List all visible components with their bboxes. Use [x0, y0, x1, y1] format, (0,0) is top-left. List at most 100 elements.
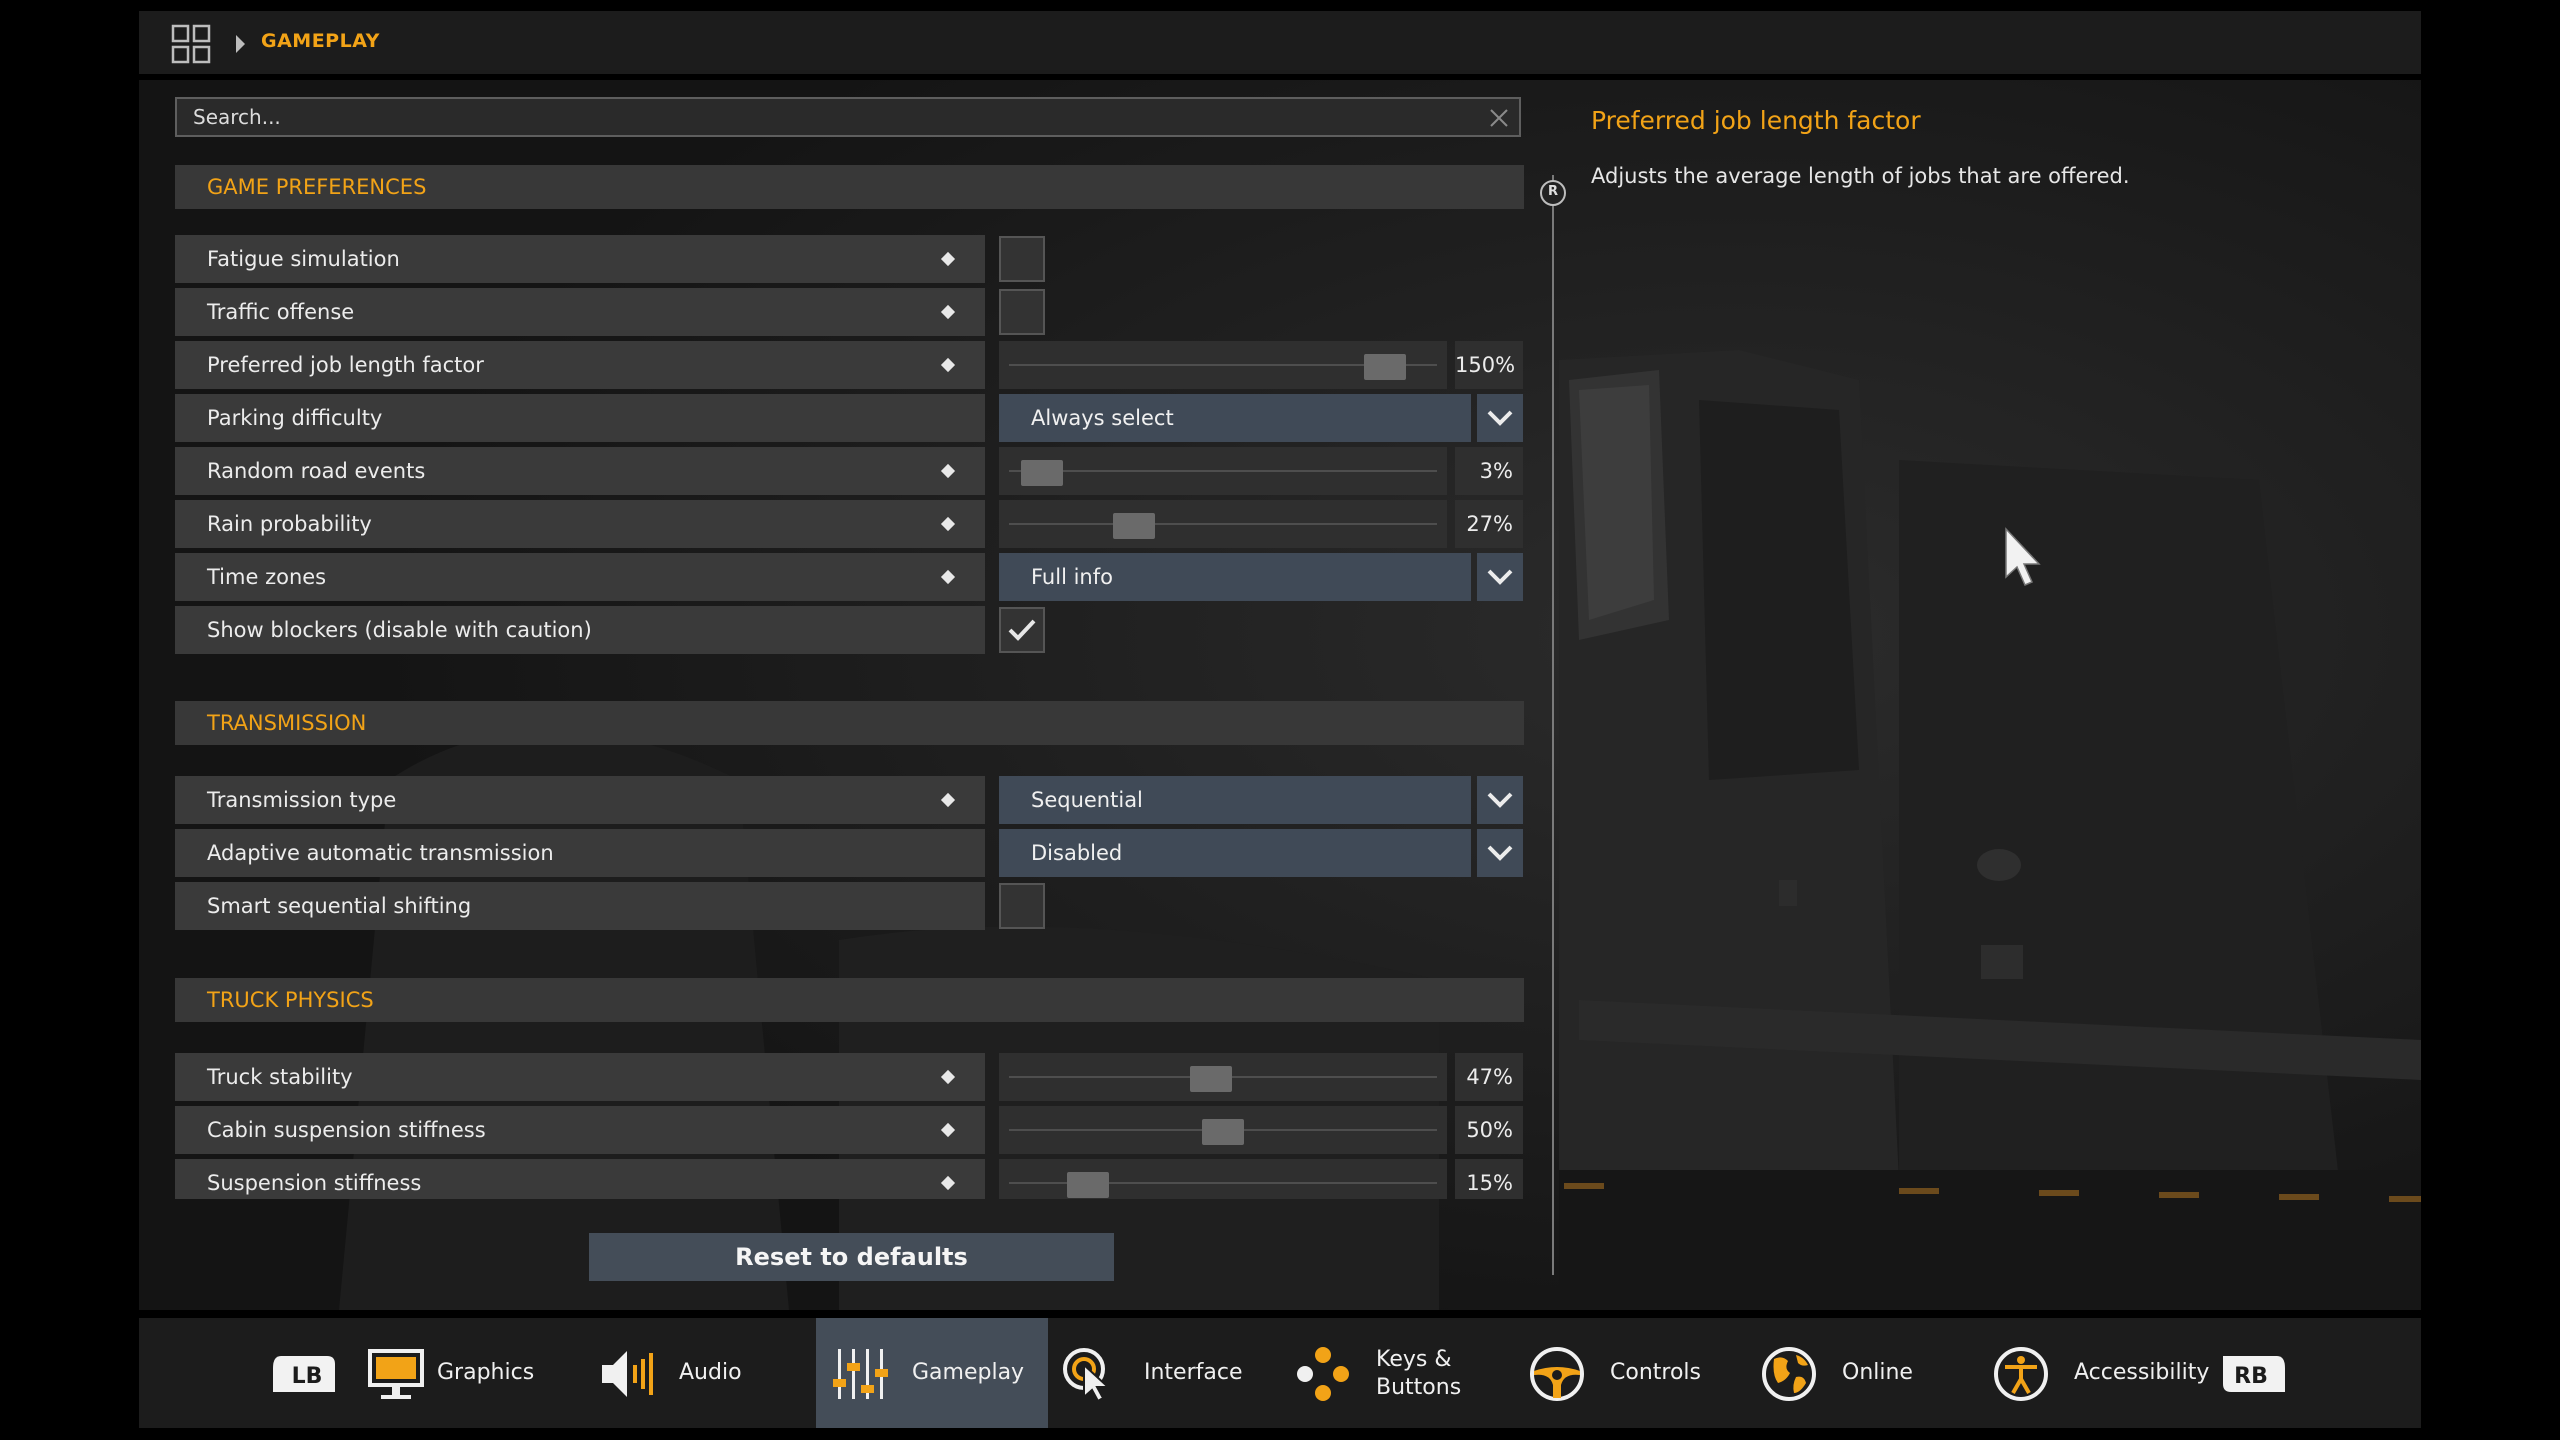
chevron-down-icon	[1487, 792, 1513, 808]
settings-category-nav: LB Graphics Audio Gameplay Interface Key…	[139, 1318, 2421, 1428]
transmission-type-dropdown[interactable]: Sequential	[999, 776, 1471, 824]
cabin-suspension-slider[interactable]	[999, 1106, 1447, 1154]
slider-handle[interactable]	[1364, 354, 1407, 380]
tab-keys-buttons[interactable]: Keys & Buttons	[1280, 1318, 1512, 1428]
tab-audio[interactable]: Audio	[589, 1318, 819, 1428]
job-length-slider[interactable]	[999, 341, 1447, 389]
chevron-down-icon	[1487, 845, 1513, 861]
search-input[interactable]	[177, 99, 1489, 135]
modified-diamond-icon	[940, 1122, 956, 1138]
suspension-stiffness-slider[interactable]	[999, 1159, 1447, 1199]
setting-label: Traffic offense	[207, 300, 355, 324]
sliders-icon	[833, 1349, 888, 1399]
setting-job-length-factor[interactable]: Preferred job length factor	[175, 341, 985, 389]
search-box	[175, 97, 1521, 137]
adaptive-automatic-dropdown[interactable]: Disabled	[999, 829, 1471, 877]
dropdown-value: Full info	[1031, 565, 1113, 589]
tab-label: Keys & Buttons	[1376, 1346, 1461, 1402]
time-zones-dropdown-button[interactable]	[1477, 553, 1523, 601]
setting-smart-sequential-shifting[interactable]: Smart sequential shifting	[175, 882, 985, 930]
tab-online[interactable]: Online	[1744, 1318, 1976, 1428]
tab-label: Controls	[1610, 1360, 1701, 1385]
dropdown-value: Sequential	[1031, 788, 1143, 812]
adaptive-dropdown-button[interactable]	[1477, 829, 1523, 877]
transmission-type-dropdown-button[interactable]	[1477, 776, 1523, 824]
tab-label: Accessibility	[2074, 1360, 2210, 1385]
monitor-icon	[368, 1349, 424, 1399]
setting-label: Suspension stiffness	[207, 1171, 422, 1195]
breadcrumb-arrow-icon	[236, 35, 245, 53]
setting-label: Truck stability	[207, 1065, 353, 1089]
info-title: Preferred job length factor	[1591, 106, 1921, 135]
setting-adaptive-automatic[interactable]: Adaptive automatic transmission	[175, 829, 985, 877]
slider-value: 3%	[1455, 447, 1523, 495]
section-game-preferences: GAME PREFERENCES	[175, 165, 1524, 209]
setting-fatigue-simulation[interactable]: Fatigue simulation	[175, 235, 985, 283]
scroll-knob[interactable]: R	[1540, 180, 1566, 206]
show-blockers-checkbox[interactable]	[999, 607, 1045, 653]
modified-diamond-icon	[940, 516, 956, 532]
setting-label: Random road events	[207, 459, 426, 483]
section-title: TRANSMISSION	[207, 711, 367, 735]
tab-graphics[interactable]: Graphics	[357, 1318, 589, 1428]
clear-search-icon[interactable]	[1489, 108, 1509, 128]
scroll-track[interactable]	[1552, 175, 1554, 1275]
tab-label: Audio	[679, 1360, 742, 1385]
modified-diamond-icon	[940, 304, 956, 320]
top-bar: GAMEPLAY	[139, 11, 2421, 74]
section-truck-physics: TRUCK PHYSICS	[175, 978, 1524, 1022]
setting-suspension-stiffness[interactable]: Suspension stiffness	[175, 1159, 985, 1199]
setting-label: Rain probability	[207, 512, 372, 536]
tab-gameplay[interactable]: Gameplay	[816, 1318, 1048, 1428]
setting-label: Smart sequential shifting	[207, 894, 472, 918]
setting-cabin-suspension[interactable]: Cabin suspension stiffness	[175, 1106, 985, 1154]
chevron-down-icon	[1487, 569, 1513, 585]
parking-difficulty-dropdown[interactable]: Always select	[999, 394, 1471, 442]
parking-dropdown-button[interactable]	[1477, 394, 1523, 442]
mouse-cursor-icon	[2005, 527, 2041, 586]
smart-sequential-checkbox[interactable]	[999, 883, 1045, 929]
fatigue-simulation-checkbox[interactable]	[999, 236, 1045, 282]
slider-value: 50%	[1455, 1106, 1523, 1154]
setting-label: Adaptive automatic transmission	[207, 841, 554, 865]
section-title: GAME PREFERENCES	[207, 175, 427, 199]
modified-diamond-icon	[940, 357, 956, 373]
tab-label: Gameplay	[912, 1360, 1025, 1385]
setting-time-zones[interactable]: Time zones	[175, 553, 985, 601]
slider-handle[interactable]	[1190, 1066, 1233, 1092]
setting-rain-probability[interactable]: Rain probability	[175, 500, 985, 548]
tab-interface[interactable]: Interface	[1048, 1318, 1280, 1428]
traffic-offense-checkbox[interactable]	[999, 289, 1045, 335]
setting-random-road-events[interactable]: Random road events	[175, 447, 985, 495]
dropdown-value: Always select	[1031, 406, 1174, 430]
setting-label: Fatigue simulation	[207, 247, 400, 271]
rb-button-icon[interactable]: RB	[2221, 1354, 2287, 1394]
tab-accessibility[interactable]: Accessibility	[1976, 1318, 2210, 1428]
setting-parking-difficulty[interactable]: Parking difficulty	[175, 394, 985, 442]
slider-track	[1009, 523, 1437, 525]
menu-grid-icon[interactable]	[171, 24, 211, 64]
tab-label: Interface	[1144, 1360, 1243, 1385]
setting-show-blockers[interactable]: Show blockers (disable with caution)	[175, 606, 985, 654]
slider-handle[interactable]	[1113, 513, 1156, 539]
setting-transmission-type[interactable]: Transmission type	[175, 776, 985, 824]
slider-track	[1009, 470, 1437, 472]
slider-value: 15%	[1455, 1159, 1523, 1199]
reset-to-defaults-button[interactable]: Reset to defaults	[589, 1233, 1114, 1281]
setting-traffic-offense[interactable]: Traffic offense	[175, 288, 985, 336]
time-zones-dropdown[interactable]: Full info	[999, 553, 1471, 601]
truck-stability-slider[interactable]	[999, 1053, 1447, 1101]
rain-probability-slider[interactable]	[999, 500, 1447, 548]
setting-truck-stability[interactable]: Truck stability	[175, 1053, 985, 1101]
setting-label: Preferred job length factor	[207, 353, 484, 377]
tab-controls[interactable]: Controls	[1512, 1318, 1744, 1428]
slider-handle[interactable]	[1066, 1172, 1109, 1198]
steering-wheel-icon	[1530, 1347, 1584, 1401]
modified-diamond-icon	[940, 463, 956, 479]
lb-button-icon[interactable]: LB	[271, 1354, 337, 1394]
road-events-slider[interactable]	[999, 447, 1447, 495]
slider-handle[interactable]	[1202, 1119, 1244, 1145]
setting-label: Cabin suspension stiffness	[207, 1118, 486, 1142]
slider-handle[interactable]	[1020, 460, 1063, 486]
tab-label: Graphics	[437, 1360, 535, 1385]
